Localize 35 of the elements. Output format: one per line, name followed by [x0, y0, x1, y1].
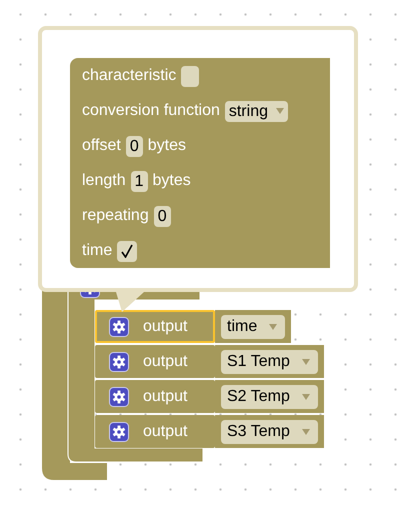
caret-icon	[276, 108, 284, 114]
dropdown[interactable]: time	[221, 314, 286, 338]
gear-icon[interactable]	[109, 316, 129, 336]
caret-icon	[302, 358, 310, 364]
field-label: bytes	[152, 172, 191, 190]
gear-icon[interactable]	[109, 352, 129, 372]
gear-icon[interactable]	[109, 386, 129, 406]
caret-icon	[269, 324, 278, 330]
dropdown[interactable]: S1 Temp	[221, 350, 318, 374]
caret-icon	[302, 428, 310, 434]
text-field[interactable]	[181, 66, 200, 86]
field-label: time	[82, 242, 112, 260]
value-block[interactable]: S3 Temp	[215, 415, 324, 448]
dropdown[interactable]: string	[224, 100, 288, 122]
gear-icon[interactable]	[109, 422, 129, 442]
dropdown[interactable]: S2 Temp	[221, 384, 318, 408]
dropdown[interactable]: S3 Temp	[221, 420, 318, 444]
checkbox[interactable]	[117, 240, 138, 262]
value-block[interactable]: S1 Temp	[215, 345, 324, 378]
caret-icon	[302, 394, 310, 400]
value-block[interactable]: time	[215, 310, 292, 343]
block-label: output	[143, 318, 188, 336]
block-label: output	[143, 422, 188, 440]
block-label: output	[143, 352, 188, 370]
number-field[interactable]: 0	[126, 136, 143, 156]
number-field[interactable]: 1	[130, 170, 148, 192]
field-label: characteristic	[82, 67, 176, 85]
block-label: output	[143, 388, 188, 406]
field-label: conversion function	[82, 102, 220, 120]
number-field[interactable]: 0	[154, 206, 171, 226]
field-label: bytes	[148, 137, 186, 155]
field-label: offset	[82, 137, 121, 155]
field-label: length	[82, 172, 126, 190]
value-block[interactable]: S2 Temp	[215, 380, 324, 413]
field-label: repeating	[82, 207, 149, 225]
